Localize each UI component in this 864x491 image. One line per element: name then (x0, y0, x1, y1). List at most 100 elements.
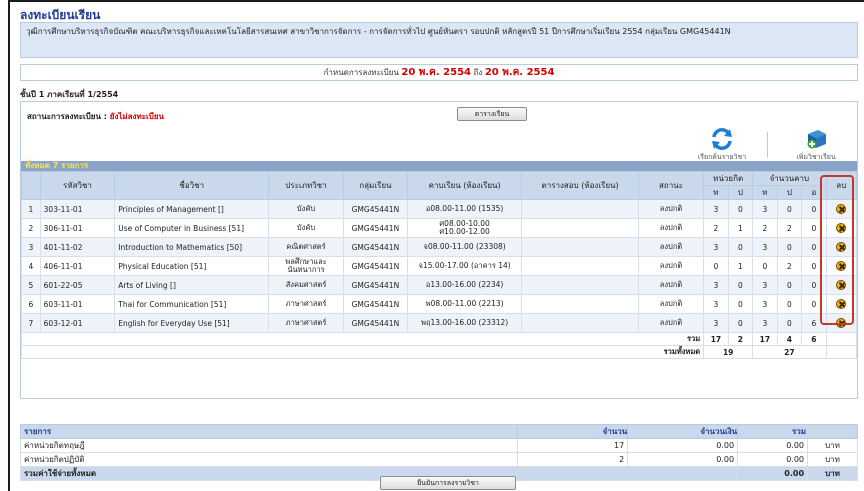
row-exam (521, 237, 639, 257)
col-periods: จำนวนคาบ (752, 171, 827, 186)
row-exam (521, 218, 639, 238)
cost-header-row: รายการ จำนวน จำนวนเงิน รวม (19, 424, 858, 439)
row-course-name: Arts of Living [] (114, 275, 270, 295)
row-course-type: บังคับ (268, 218, 344, 238)
row-course-code: 603-12-01 (39, 313, 116, 333)
row-drop-cell (825, 294, 858, 314)
row-group: GMG45441N (342, 256, 408, 276)
table-row: 5 601-22-05 Arts of Living [] สังคมศาสตร์ GM… (21, 275, 858, 295)
row-no: 7 (21, 313, 41, 333)
course-table: รหัสวิชา ชื่อวิชา ประเภทวิชา กลุ่มเรียน … (20, 171, 858, 359)
row-period-o: 0 (801, 256, 827, 276)
table-row: 2 306-11-01 Use of Computer in Business [5… (21, 218, 858, 238)
row-credit-t: 3 (703, 237, 729, 257)
col-course-type: ประเภทวิชา (268, 171, 344, 200)
row-credit-p: 1 (727, 256, 754, 276)
col-credits: หน่วยกิต (703, 171, 754, 186)
row-course-code: 406-11-01 (39, 256, 116, 276)
row-period-o: 6 (801, 313, 827, 333)
delete-icon[interactable] (836, 204, 847, 214)
refresh-icon (712, 128, 732, 150)
toolbar-divider (767, 132, 768, 158)
cost-item: ค่าหน่วยกิตทฤษฎี (19, 438, 519, 453)
row-class-time: อ13.00-16.00 (2234) (406, 275, 523, 295)
row-course-type: บังคับ (268, 199, 344, 219)
total-period-o: 6 (801, 332, 827, 346)
col-course-name: ชื่อวิชา (114, 171, 270, 200)
add-book-icon (807, 130, 826, 149)
row-course-type: คณิตศาสตร์ (268, 237, 344, 257)
table-row: 3 401-11-02 Introduction to Mathematics [5… (21, 237, 858, 257)
row-credit-t: 2 (703, 218, 729, 238)
total-period-p: 4 (776, 332, 803, 346)
total-credit-t: 17 (703, 332, 729, 346)
table-row: 4 406-11-01 Physical Education [51] พลศึกษา… (21, 256, 858, 276)
row-no: 3 (21, 237, 41, 257)
delete-icon[interactable] (836, 280, 847, 290)
row-status: ลงปกติ (637, 294, 705, 314)
cost-col-amount: จำนวนเงิน (627, 424, 739, 439)
delete-icon[interactable] (836, 242, 847, 252)
cost-col-total: รวม (737, 424, 858, 439)
row-no: 1 (21, 199, 41, 219)
cost-grand-total: 0.00 (737, 466, 809, 481)
total-credit-p: 2 (727, 332, 754, 346)
table-header-row: รหัสวิชา ชื่อวิชา ประเภทวิชา กลุ่มเรียน … (21, 171, 858, 200)
grand-totals-row: รวมทั้งหมด 19 27 (20, 345, 858, 359)
col-class-time: คาบเรียน (ห้องเรียน) (406, 171, 523, 200)
row-exam (521, 256, 639, 276)
grand-totals-label: รวมทั้งหมด (20, 345, 705, 359)
add-course-button[interactable]: เพิ่มวิชาเรียน (781, 128, 851, 163)
row-credit-p: 0 (727, 275, 754, 295)
cost-qty: 17 (517, 438, 629, 453)
grand-total-periods: 27 (752, 345, 827, 359)
row-period-p: 0 (776, 237, 803, 257)
delete-icon[interactable] (836, 223, 847, 233)
status-label: สถานะการลงทะเบียน : (27, 112, 107, 121)
cost-total: 0.00 (737, 438, 809, 453)
row-credit-t: 3 (703, 275, 729, 295)
row-credit-t: 3 (703, 199, 729, 219)
row-period-p: 2 (776, 218, 803, 238)
row-class-time: พฤ13.00-16.00 (23312) (406, 313, 523, 333)
cost-amount: 0.00 (627, 452, 739, 467)
totals-blank (825, 332, 858, 346)
delete-icon[interactable] (836, 318, 847, 328)
row-class-time: อ08.00-11.00 (1535) (406, 199, 523, 219)
row-class-time: พ08.00-11.00 (2213) (406, 294, 523, 314)
delete-icon[interactable] (836, 261, 847, 271)
totals-row: รวม 17 2 17 4 6 (20, 332, 858, 346)
row-credit-p: 0 (727, 199, 754, 219)
row-no: 6 (21, 294, 41, 314)
deadline-to: ถึง (473, 68, 483, 77)
row-period-t: 3 (752, 294, 778, 314)
row-credit-p: 0 (727, 313, 754, 333)
cost-item: ค่าหน่วยกิตปฏิบัติ (19, 452, 519, 467)
search-courses-label: เรียกค้นรายวิชา (697, 153, 747, 161)
table-row: 6 603-11-01 Thai for Communication [51] ภาษ… (21, 294, 858, 314)
grand-totals-blank (825, 345, 858, 359)
row-course-code: 303-11-01 (39, 199, 116, 219)
delete-icon[interactable] (836, 299, 847, 309)
row-exam (521, 294, 639, 314)
row-class-time: จ15.00-17.00 (อาคาร 14) (406, 256, 523, 276)
row-period-t: 0 (752, 256, 778, 276)
row-period-o: 0 (801, 237, 827, 257)
row-group: GMG45441N (342, 199, 408, 219)
search-courses-button[interactable]: เรียกค้นรายวิชา (687, 128, 757, 163)
row-course-name: Use of Computer in Business [51] (114, 218, 270, 238)
row-period-t: 3 (752, 313, 778, 333)
row-drop-cell (825, 275, 858, 295)
year-semester: ชั้นปี 1 ภาคเรียนที่ 1/2554 (20, 90, 119, 99)
program-info: วุฒิการศึกษาบริหารธุรกิจบัณฑิต คณะบริหาร… (20, 22, 858, 58)
row-course-code: 601-22-05 (39, 275, 116, 295)
schedule-button[interactable]: ตารางเรียน (457, 107, 527, 121)
totals-label: รวม (20, 332, 705, 346)
row-group: GMG45441N (342, 313, 408, 333)
row-period-t: 3 (752, 199, 778, 219)
col-drop: ลบ (825, 171, 858, 200)
row-course-name: Introduction to Mathematics [50] (114, 237, 270, 257)
row-status: ลงปกติ (637, 313, 705, 333)
confirm-button[interactable]: ยืนยันการลงรายวิชา (380, 476, 516, 490)
row-period-p: 0 (776, 294, 803, 314)
